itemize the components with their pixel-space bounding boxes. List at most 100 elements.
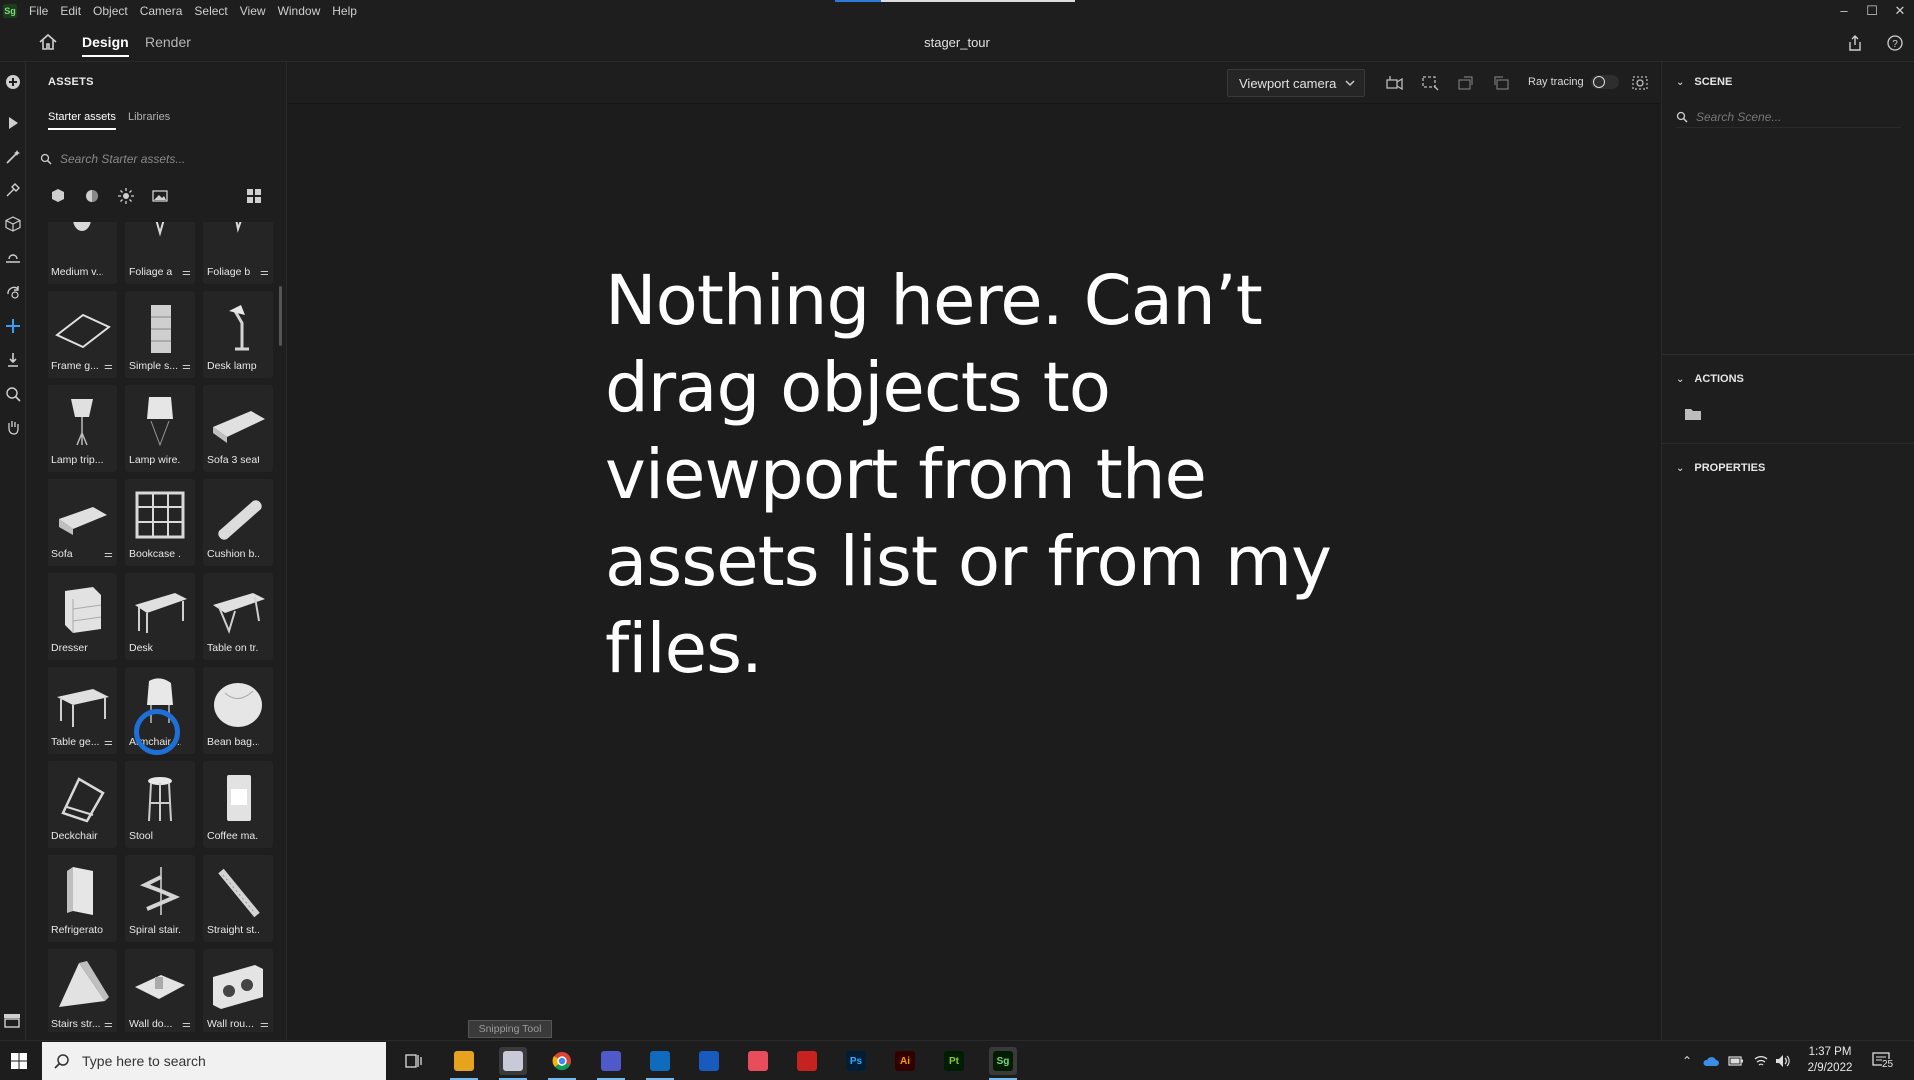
folder-icon[interactable] — [1684, 407, 1702, 421]
chevron-up-icon[interactable]: ⌃ — [1682, 1054, 1692, 1068]
illustrator-icon[interactable]: Ai — [891, 1047, 919, 1075]
add-icon[interactable] — [3, 72, 23, 92]
taskbar-search-input[interactable]: Type here to search — [42, 1042, 386, 1080]
asset-tile[interactable]: Sofa ⚌ — [48, 479, 117, 566]
menu-window[interactable]: Window — [272, 4, 327, 18]
word-icon[interactable] — [695, 1047, 723, 1075]
menu-object[interactable]: Object — [87, 4, 134, 18]
menu-edit[interactable]: Edit — [54, 4, 87, 18]
close-button[interactable]: ✕ — [1886, 0, 1914, 22]
adjust-icon[interactable]: ⚌ — [182, 1019, 191, 1030]
asset-tile[interactable]: Desk lamp — [203, 291, 273, 378]
asset-tile[interactable]: Foliage b ⚌ — [203, 222, 273, 284]
wifi-icon[interactable] — [1754, 1054, 1768, 1068]
asset-tile[interactable]: Cushion b... — [203, 479, 273, 566]
adjust-icon[interactable]: ⚌ — [104, 1019, 113, 1030]
asset-tile[interactable]: Simple s... ⚌ — [125, 291, 195, 378]
chrome-icon[interactable] — [548, 1047, 576, 1075]
viewport[interactable]: Nothing here. Can’t drag objects to view… — [288, 104, 1660, 1040]
render-settings-icon[interactable] — [1630, 74, 1650, 92]
tab-design[interactable]: Design — [82, 34, 129, 57]
asset-tile[interactable]: Frame g... ⚌ — [48, 291, 117, 378]
adjust-icon[interactable]: ⚌ — [104, 361, 113, 372]
models-filter-icon[interactable] — [48, 186, 68, 206]
menu-file[interactable]: File — [23, 4, 54, 18]
ray-tracing-toggle[interactable] — [1591, 75, 1619, 89]
asset-tile[interactable]: Straight st... — [203, 855, 273, 942]
adjust-icon[interactable]: ⚌ — [104, 737, 113, 748]
adjust-icon[interactable]: ⚌ — [182, 267, 191, 278]
tab-starter-assets[interactable]: Starter assets — [48, 111, 116, 130]
onedrive-icon[interactable] — [1703, 1055, 1719, 1067]
assets-scrollbar[interactable] — [279, 286, 282, 346]
outlook-icon[interactable] — [646, 1047, 674, 1075]
tab-render[interactable]: Render — [145, 34, 191, 50]
windows-start-icon[interactable] — [10, 1052, 28, 1070]
asset-tile[interactable]: Sofa 3 seats — [203, 385, 273, 472]
taskbar-clock[interactable]: 1:37 PM 2/9/2022 — [1800, 1044, 1860, 1076]
adjust-icon[interactable]: ⚌ — [260, 267, 269, 278]
lights-filter-icon[interactable] — [116, 186, 136, 206]
help-icon[interactable]: ? — [1886, 34, 1904, 52]
minimize-button[interactable]: – — [1830, 0, 1858, 22]
asset-tile[interactable]: Spiral stair... — [125, 855, 195, 942]
asset-tile[interactable]: Bookcase ... — [125, 479, 195, 566]
asset-tile[interactable]: Bean bag... — [203, 667, 273, 754]
asset-tile[interactable]: Dresser — [48, 573, 117, 660]
pan-hand-icon[interactable] — [3, 417, 23, 437]
redo-camera-icon[interactable] — [1491, 74, 1511, 92]
select-arrow-icon[interactable] — [3, 113, 23, 133]
asset-tile[interactable]: Foliage a ⚌ — [125, 222, 195, 284]
camera-select[interactable]: Viewport camera — [1227, 69, 1365, 97]
photoshop-icon[interactable]: Ps — [842, 1047, 870, 1075]
magic-wand-icon[interactable] — [3, 147, 23, 167]
task-view-icon[interactable] — [400, 1047, 428, 1075]
adjust-icon[interactable]: ⚌ — [260, 1019, 269, 1030]
asset-tile[interactable]: Desk — [125, 573, 195, 660]
asset-tile[interactable]: Lamp trip... — [48, 385, 117, 472]
asset-tile[interactable]: Wall rou... ⚌ — [203, 949, 273, 1032]
frame-selection-icon[interactable] — [1420, 74, 1440, 92]
actions-section-header[interactable]: ⌄ ACTIONS — [1676, 373, 1744, 385]
properties-section-header[interactable]: ⌄ PROPERTIES — [1676, 462, 1765, 474]
asset-tile[interactable]: Wall do... ⚌ — [125, 949, 195, 1032]
stager-icon[interactable]: Sg — [989, 1047, 1017, 1075]
move-tool-icon[interactable] — [3, 316, 23, 336]
materials-filter-icon[interactable] — [82, 186, 102, 206]
creative-cloud-icon[interactable] — [744, 1047, 772, 1075]
orbit-icon[interactable] — [3, 282, 23, 302]
asset-tile[interactable]: Table ge... ⚌ — [48, 667, 117, 754]
acrobat-icon[interactable] — [793, 1047, 821, 1075]
painter-icon[interactable]: Pt — [940, 1047, 968, 1075]
eyedropper-icon[interactable] — [3, 180, 23, 200]
horizon-icon[interactable] — [3, 249, 23, 269]
adjust-icon[interactable]: ⚌ — [104, 549, 113, 560]
asset-tile[interactable]: Refrigerator — [48, 855, 117, 942]
home-icon[interactable] — [38, 33, 58, 51]
volume-icon[interactable] — [1775, 1054, 1791, 1068]
menu-camera[interactable]: Camera — [134, 4, 189, 18]
assets-search-input[interactable]: Search Starter assets... — [40, 148, 268, 170]
asset-tile[interactable]: Medium v... — [48, 222, 117, 284]
share-icon[interactable] — [1846, 34, 1864, 52]
teams-icon[interactable] — [597, 1047, 625, 1075]
asset-tile[interactable]: Lamp wire... — [125, 385, 195, 472]
menu-view[interactable]: View — [234, 4, 272, 18]
snipping-tool-icon[interactable] — [499, 1047, 527, 1075]
adjust-icon[interactable]: ⚌ — [182, 361, 191, 372]
scene-search-input[interactable]: Search Scene... — [1676, 106, 1901, 128]
asset-tile[interactable]: Deckchair — [48, 761, 117, 848]
archive-icon[interactable] — [2, 1010, 22, 1030]
menu-select[interactable]: Select — [188, 4, 233, 18]
zoom-icon[interactable] — [3, 384, 23, 404]
asset-tile[interactable]: Table on tr... — [203, 573, 273, 660]
asset-tile[interactable]: Stairs str... ⚌ — [48, 949, 117, 1032]
camera-bookmark-icon[interactable] — [1385, 74, 1405, 92]
battery-icon[interactable] — [1728, 1056, 1744, 1066]
menu-help[interactable]: Help — [326, 4, 363, 18]
file-explorer-icon[interactable] — [450, 1047, 478, 1075]
scene-section-header[interactable]: ⌄ SCENE — [1676, 76, 1732, 88]
asset-tile[interactable]: Coffee ma... — [203, 761, 273, 848]
cube-icon[interactable] — [3, 214, 23, 234]
maximize-button[interactable]: ☐ — [1858, 0, 1886, 22]
